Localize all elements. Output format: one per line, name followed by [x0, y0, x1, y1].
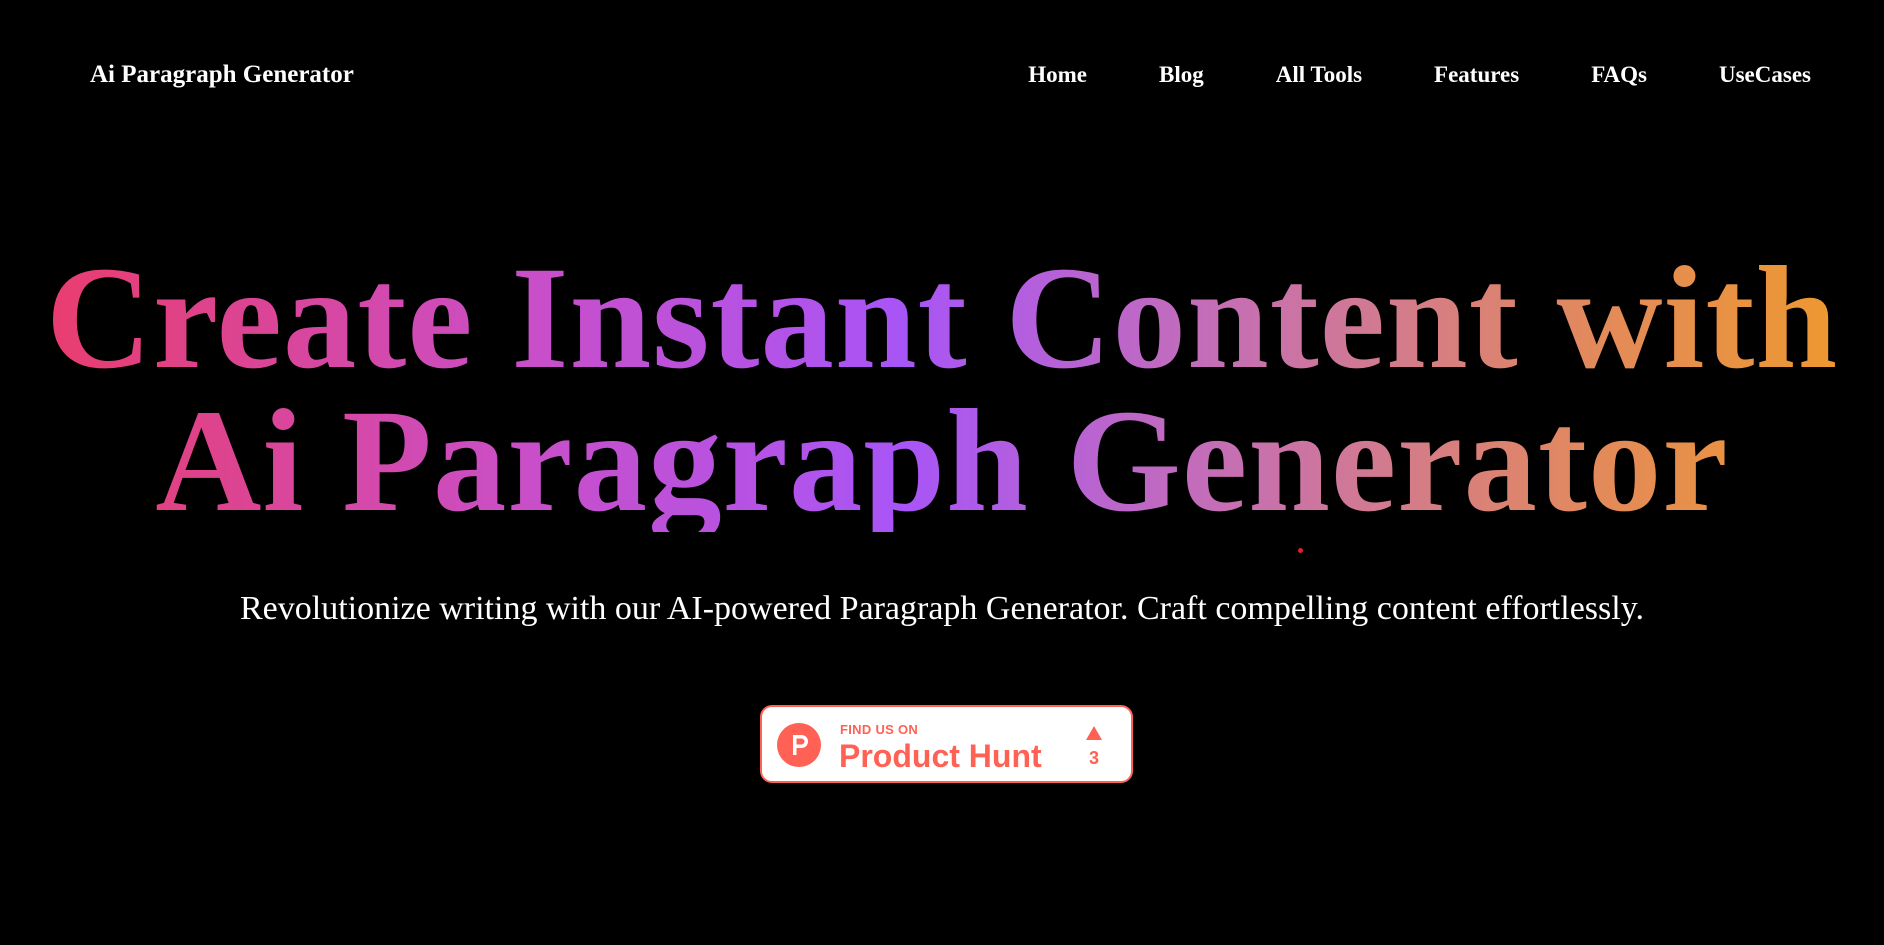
top-nav: Ai Paragraph Generator Home Blog All Too… — [0, 0, 1884, 150]
nav-link-all-tools[interactable]: All Tools — [1276, 60, 1362, 90]
decorative-dot — [1298, 548, 1303, 553]
hero-title: Create Instant Content with Ai Paragraph… — [0, 244, 1884, 534]
brand-logo-link[interactable]: Ai Paragraph Generator — [90, 60, 354, 90]
nav-link-blog[interactable]: Blog — [1159, 60, 1204, 90]
nav-link-features[interactable]: Features — [1434, 60, 1519, 90]
nav-link-usecases[interactable]: UseCases — [1719, 60, 1811, 90]
upvote-count: 3 — [1088, 748, 1099, 768]
product-hunt-find-label: FIND US ON — [840, 722, 919, 737]
product-hunt-name: Product Hunt — [839, 738, 1042, 774]
nav-link-home[interactable]: Home — [1028, 60, 1087, 90]
nav-link-faqs[interactable]: FAQs — [1591, 60, 1647, 90]
upvote-arrow-icon — [1086, 726, 1102, 740]
hero-subtitle: Revolutionize writing with our AI-powere… — [240, 590, 1644, 627]
hero-title-line-1: Create Instant Content with — [0, 244, 1884, 391]
product-hunt-logo-icon — [777, 723, 821, 767]
hero-title-line-2: Ai Paragraph Generator — [0, 387, 1884, 534]
upvote-group: 3 — [1082, 725, 1106, 769]
product-hunt-badge[interactable]: FIND US ON Product Hunt 3 — [760, 705, 1133, 783]
nav-links: Home Blog All Tools Features FAQs UseCas… — [1028, 60, 1811, 90]
